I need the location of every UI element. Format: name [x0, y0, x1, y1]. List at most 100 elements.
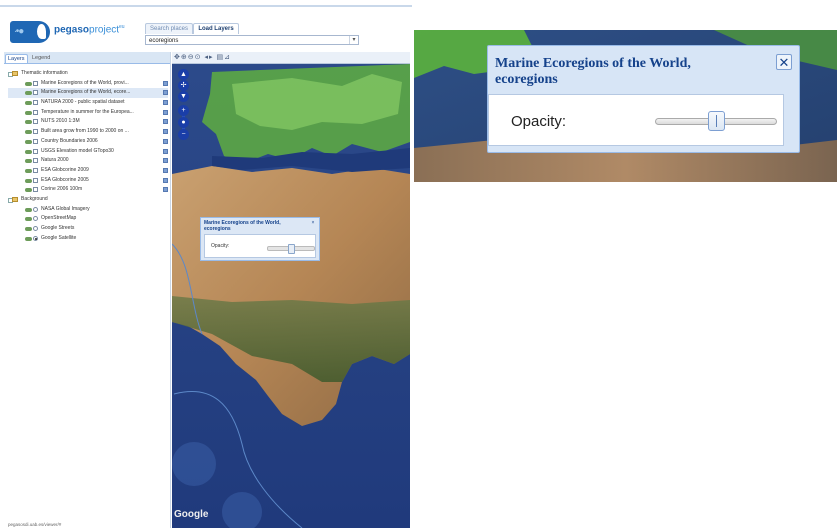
layer-info-icon[interactable] [163, 158, 168, 164]
layer-row[interactable]: USGS Elevation model GTopo30 [8, 147, 168, 157]
close-icon[interactable]: × [310, 220, 316, 226]
layer-visibility-icon[interactable] [25, 120, 32, 125]
baselayer-radio-selected[interactable] [33, 235, 38, 241]
dropdown-arrow-icon[interactable]: ▾ [349, 36, 358, 44]
layer-row[interactable]: Country Boundaries 2006 [8, 137, 168, 147]
popup-title: Marine Ecoregions of the World, ecoregio… [204, 220, 281, 232]
layer-visibility-icon[interactable] [25, 178, 32, 183]
layer-checkbox[interactable] [33, 80, 38, 86]
layer-info-icon[interactable] [163, 187, 168, 193]
layer-visibility-icon[interactable] [25, 227, 32, 231]
layer-row-selected[interactable]: Marine Ecoregions of the World, ecore... [8, 88, 168, 99]
layer-label: Marine Ecoregions of the World, ecore... [41, 89, 131, 96]
layer-visibility-icon[interactable] [25, 139, 32, 144]
ecoregion-circle [172, 442, 216, 486]
layer-row[interactable]: ESA Globcorine 2005 [8, 176, 168, 186]
group-background[interactable]: Background [8, 195, 168, 205]
close-icon[interactable]: ✕ [776, 54, 792, 70]
layer-info-icon[interactable] [163, 119, 168, 125]
layer-visibility-icon[interactable] [25, 130, 32, 135]
baselayer-radio[interactable] [33, 216, 38, 222]
layer-checkbox[interactable] [33, 187, 38, 193]
pegaso-logo-icon[interactable]: ∙•● [10, 21, 50, 43]
layer-visibility-icon[interactable] [25, 101, 32, 106]
zoom-in-icon[interactable]: ⊕ [181, 54, 188, 61]
baselayer-radio[interactable] [33, 226, 38, 231]
layer-info-icon[interactable] [163, 167, 168, 173]
layer-visibility-icon[interactable] [25, 81, 32, 86]
layer-checkbox[interactable] [33, 158, 38, 164]
baselayer-row[interactable]: OpenStreetMap [8, 214, 168, 224]
measure-icon[interactable]: ⊿ [224, 54, 231, 61]
brand-sup: eu [119, 24, 125, 30]
layer-visibility-icon[interactable] [25, 149, 32, 154]
layer-visibility-icon[interactable] [25, 207, 32, 212]
zoom-in-button[interactable]: + [178, 105, 189, 116]
layer-row[interactable]: Corine 2006 100m [8, 185, 168, 195]
opacity-slider[interactable] [267, 244, 315, 254]
layer-info-icon[interactable] [163, 138, 168, 144]
layer-visibility-icon[interactable] [25, 159, 32, 164]
layer-info-icon[interactable] [163, 148, 168, 154]
tab-search-places[interactable]: Search places [145, 23, 193, 34]
layer-row[interactable]: NUTS 2010 1:3M [8, 117, 168, 127]
layer-checkbox[interactable] [33, 167, 38, 173]
layer-visibility-icon[interactable] [25, 236, 32, 241]
tab-load-layers[interactable]: Load Layers [193, 23, 239, 34]
zoom-out-icon[interactable]: ⊖ [188, 54, 195, 61]
search-input[interactable]: ecoregions ▾ [145, 35, 359, 45]
baselayer-radio[interactable] [33, 206, 38, 212]
satellite-imagery[interactable] [172, 64, 410, 528]
tab-layers[interactable]: Layers [5, 54, 28, 63]
baselayer-row[interactable]: Google Streets [8, 224, 168, 234]
layer-checkbox[interactable] [33, 138, 38, 144]
zoom-slider-thumb[interactable]: ● [178, 117, 189, 128]
layer-info-icon[interactable] [163, 90, 168, 96]
opacity-slider[interactable] [655, 111, 777, 131]
layer-visibility-icon[interactable] [25, 217, 32, 222]
layer-row[interactable]: Built area grow from 1990 to 2000 on ... [8, 127, 168, 137]
baselayer-row[interactable]: Google Satellite [8, 234, 168, 244]
layer-visibility-icon[interactable] [25, 188, 32, 193]
layer-row[interactable]: Natura 2000 [8, 156, 168, 166]
opacity-slider-thumb[interactable] [287, 244, 295, 254]
map-toolbar: ✥⊕⊖⊙ ◂▸ ▤⊿ [172, 52, 410, 64]
opacity-popup-small: Marine Ecoregions of the World, ecoregio… [200, 217, 320, 261]
layer-visibility-icon[interactable] [25, 168, 32, 173]
layer-row[interactable]: Marine Ecoregions of the World, provi... [8, 79, 168, 89]
brand-name[interactable]: pegasoprojecteu [54, 24, 125, 35]
layer-info-icon[interactable] [163, 80, 168, 86]
layer-checkbox[interactable] [33, 177, 38, 183]
group-thematic[interactable]: Thematic information [8, 69, 168, 79]
print-icon[interactable]: ▤ [216, 54, 224, 61]
layer-visibility-icon[interactable] [25, 110, 32, 115]
pan-down-icon[interactable]: ▼ [178, 91, 189, 102]
layer-label: Temperature in summer for the Europea... [41, 108, 134, 115]
layer-checkbox[interactable] [33, 90, 38, 96]
layer-visibility-icon[interactable] [25, 91, 32, 96]
pan-icon[interactable]: ✥ [174, 54, 181, 61]
baselayer-label: NASA Global Imagery [41, 205, 90, 212]
map-view[interactable]: ✥⊕⊖⊙ ◂▸ ▤⊿ ▲ ✢ ▼ + ● − Google [172, 52, 410, 528]
layer-info-icon[interactable] [163, 129, 168, 135]
layer-info-icon[interactable] [163, 109, 168, 115]
opacity-slider-thumb[interactable] [707, 111, 725, 131]
layer-info-icon[interactable] [163, 177, 168, 183]
baselayer-row[interactable]: NASA Global Imagery [8, 205, 168, 215]
layer-checkbox[interactable] [33, 129, 38, 135]
layer-label: USGS Elevation model GTopo30 [41, 147, 114, 154]
layer-checkbox[interactable] [33, 109, 38, 115]
layer-row[interactable]: Temperature in summer for the Europea... [8, 108, 168, 118]
zoom-extent-icon[interactable]: ⊙ [195, 54, 202, 61]
layer-row[interactable]: ESA Globcorine 2009 [8, 166, 168, 176]
pan-cross-icon[interactable]: ✢ [178, 80, 189, 91]
layer-checkbox[interactable] [33, 100, 38, 106]
tab-legend[interactable]: Legend [30, 54, 52, 62]
layer-checkbox[interactable] [33, 148, 38, 154]
forward-icon[interactable]: ▸ [209, 54, 214, 61]
layer-row[interactable]: NATURA 2000 - public spatial dataset [8, 98, 168, 108]
layer-info-icon[interactable] [163, 100, 168, 106]
layer-checkbox[interactable] [33, 119, 38, 125]
pan-up-icon[interactable]: ▲ [178, 69, 189, 80]
zoom-out-button[interactable]: − [178, 129, 189, 140]
